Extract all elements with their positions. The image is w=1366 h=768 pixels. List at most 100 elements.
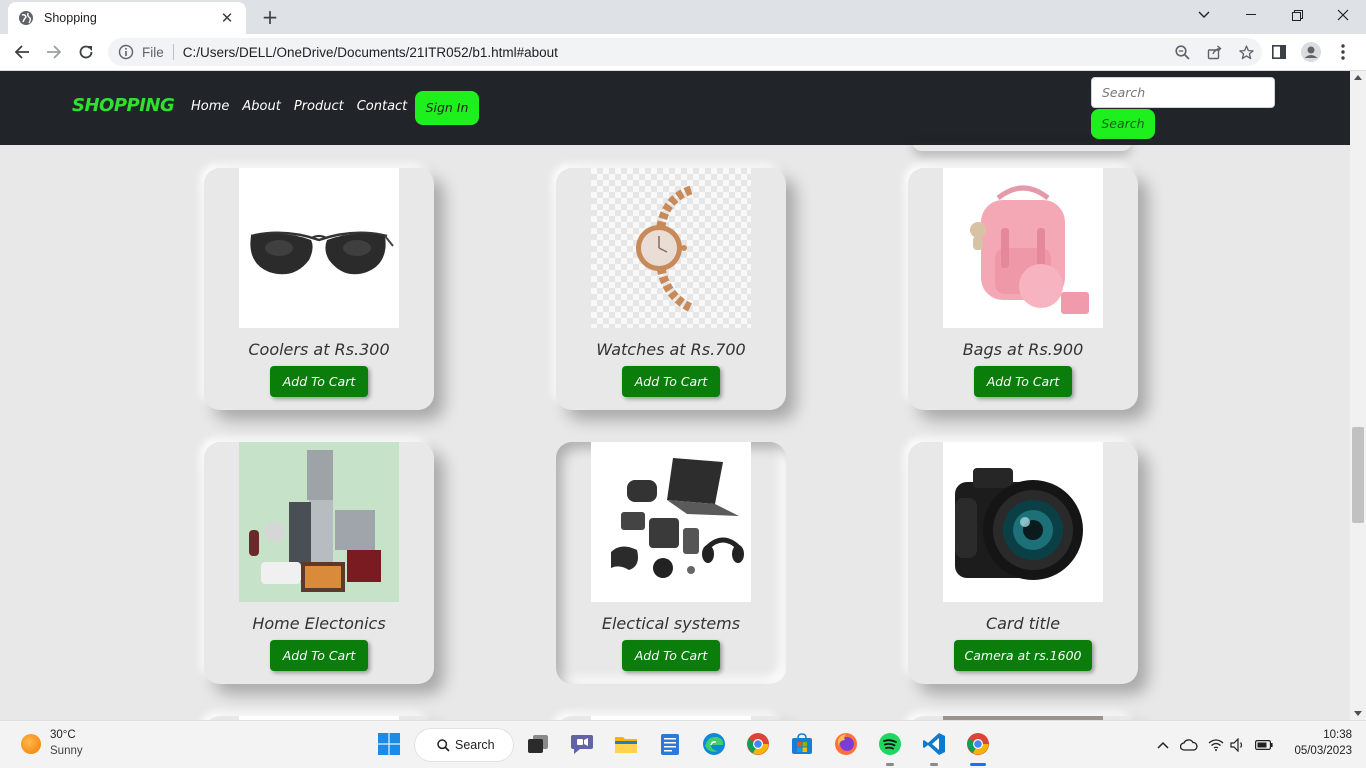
site-navbar: SHOPPING Home About Product Contact Sign… — [0, 71, 1350, 145]
forward-button[interactable] — [40, 38, 68, 66]
profile-button[interactable] — [1297, 38, 1325, 66]
browser-toolbar: File C:/Users/DELL/OneDrive/Documents/21… — [0, 34, 1366, 71]
zoom-icon[interactable] — [1166, 38, 1198, 66]
firefox-icon[interactable] — [833, 731, 859, 757]
windows-start-icon[interactable] — [376, 731, 402, 757]
product-card: Watches at Rs.700 Add To Cart — [556, 168, 786, 410]
sign-in-button[interactable]: Sign In — [415, 91, 479, 125]
add-to-cart-button[interactable]: Add To Cart — [622, 366, 720, 397]
taskbar-search-label: Search — [455, 738, 495, 752]
active-app-indicator — [970, 763, 986, 766]
kebab-menu-icon — [1341, 44, 1345, 60]
page-scrollbar[interactable] — [1350, 71, 1366, 720]
tab-title: Shopping — [44, 11, 97, 25]
teams-chat-icon[interactable] — [569, 731, 595, 757]
file-explorer-icon[interactable] — [613, 731, 639, 757]
clock-date[interactable]: 05/03/2023 — [1282, 745, 1352, 757]
page-viewport: Coolers at Rs.300 Add To Cart Watches at… — [0, 71, 1350, 720]
battery-icon[interactable] — [1254, 735, 1274, 755]
chrome-icon[interactable] — [745, 731, 771, 757]
scroll-up-arrow-icon[interactable] — [1354, 75, 1362, 80]
add-to-cart-button[interactable]: Add To Cart — [974, 366, 1072, 397]
scroll-down-arrow-icon[interactable] — [1354, 711, 1362, 716]
camera-image — [943, 442, 1103, 602]
globe-icon — [19, 11, 33, 25]
nav-link-contact[interactable]: Contact — [357, 99, 408, 114]
browser-titlebar: Shopping ✕ + — [0, 0, 1366, 34]
running-indicator — [930, 763, 938, 766]
clock-time[interactable]: 10:38 — [1312, 729, 1352, 741]
browser-tab[interactable]: Shopping ✕ — [8, 2, 246, 34]
site-search-button[interactable]: Search — [1091, 109, 1155, 139]
forward-arrow-icon — [47, 45, 62, 59]
wifi-icon[interactable] — [1206, 735, 1226, 755]
nav-link-product[interactable]: Product — [294, 99, 344, 114]
microsoft-store-icon[interactable] — [789, 731, 815, 757]
close-tab-icon[interactable]: ✕ — [218, 9, 236, 27]
hidden-card-shadow — [912, 141, 1132, 151]
address-scheme-label: File — [142, 44, 164, 60]
nav-link-about[interactable]: About — [242, 99, 280, 114]
spotify-icon[interactable] — [877, 731, 903, 757]
browser-menu-button[interactable] — [1329, 38, 1357, 66]
running-indicator — [886, 763, 894, 766]
info-icon[interactable] — [118, 44, 134, 60]
notepad-icon[interactable] — [657, 731, 683, 757]
product-title: Coolers at Rs.300 — [248, 340, 390, 359]
volume-icon[interactable] — [1228, 735, 1248, 755]
product-card: Card title Camera at rs.1600 — [908, 442, 1138, 684]
product-title: Watches at Rs.700 — [596, 340, 746, 359]
add-to-cart-button[interactable]: Add To Cart — [622, 640, 720, 671]
task-view-icon[interactable] — [525, 731, 551, 757]
restore-button[interactable] — [1274, 0, 1320, 30]
back-arrow-icon — [14, 45, 29, 59]
chrome-active-icon[interactable] — [965, 731, 991, 757]
show-hidden-icons-chevron-icon[interactable] — [1155, 735, 1171, 755]
product-card: Bags at Rs.900 Add To Cart — [908, 168, 1138, 410]
pink-bag-image — [943, 168, 1103, 328]
weather-temperature[interactable]: 30°C — [50, 729, 76, 741]
product-card: Home Electonics Add To Cart — [204, 442, 434, 684]
product-title: Bags at Rs.900 — [962, 340, 1084, 359]
address-divider — [172, 44, 174, 60]
camera-price-button[interactable]: Camera at rs.1600 — [954, 640, 1092, 671]
product-title: Home Electonics — [252, 614, 386, 633]
product-card: Coolers at Rs.300 Add To Cart — [204, 168, 434, 410]
reload-button[interactable] — [72, 38, 100, 66]
product-title: Electical systems — [601, 614, 741, 633]
add-to-cart-button[interactable]: Add To Cart — [270, 640, 368, 671]
profile-avatar-icon — [1301, 42, 1321, 62]
tab-search-chevron-icon[interactable] — [1181, 0, 1227, 30]
share-icon[interactable] — [1198, 38, 1230, 66]
onedrive-cloud-icon[interactable] — [1178, 735, 1200, 755]
address-bar[interactable]: File C:/Users/DELL/OneDrive/Documents/21… — [108, 38, 1262, 66]
close-window-button[interactable] — [1320, 0, 1366, 30]
site-brand-logo[interactable]: SHOPPING — [72, 95, 175, 116]
card-title: Card title — [985, 614, 1061, 633]
home-appliances-image — [239, 442, 399, 602]
taskbar-search-box[interactable]: Search — [415, 729, 513, 761]
gadgets-image — [591, 442, 751, 602]
back-button[interactable] — [8, 38, 36, 66]
nav-link-home[interactable]: Home — [191, 99, 229, 114]
nav-links: Home About Product Contact — [191, 99, 420, 114]
url-text[interactable]: C:/Users/DELL/OneDrive/Documents/21ITR05… — [183, 45, 1166, 60]
side-panel-icon — [1272, 45, 1286, 59]
minimize-button[interactable] — [1228, 0, 1274, 30]
side-panel-button[interactable] — [1265, 38, 1293, 66]
windows-taskbar: 30°C Sunny Search 10:38 05/03/2023 — [0, 720, 1366, 768]
weather-condition[interactable]: Sunny — [50, 745, 83, 757]
add-to-cart-button[interactable]: Add To Cart — [270, 366, 368, 397]
sunglasses-image — [239, 168, 399, 328]
new-tab-button[interactable]: + — [258, 4, 282, 30]
search-icon — [437, 739, 450, 752]
product-card: Electical systems Add To Cart — [556, 442, 786, 684]
sun-weather-icon[interactable] — [21, 734, 41, 754]
vscode-icon[interactable] — [921, 731, 947, 757]
site-search-input[interactable] — [1091, 77, 1275, 108]
edge-browser-icon[interactable] — [701, 731, 727, 757]
bookmark-star-icon[interactable] — [1230, 38, 1262, 66]
reload-icon — [79, 45, 93, 59]
scrollbar-thumb[interactable] — [1352, 427, 1364, 523]
watch-image — [591, 168, 751, 328]
